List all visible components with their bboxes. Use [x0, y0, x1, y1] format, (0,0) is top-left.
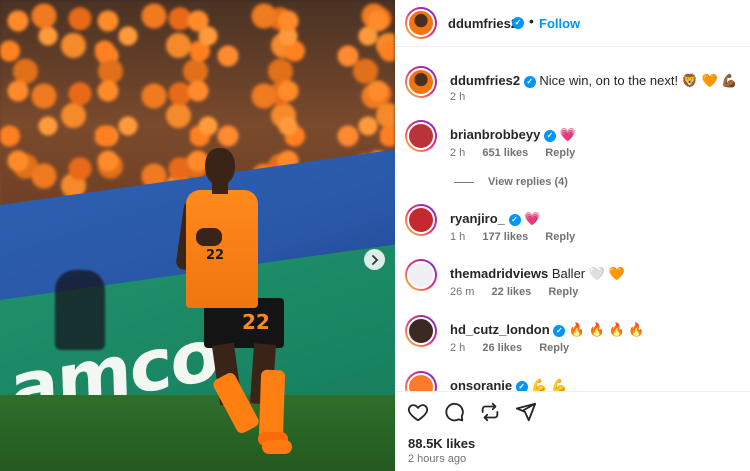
- comment-line: ryanjiro_ ✓ 💗: [450, 211, 540, 227]
- post-timestamp: 2 hours ago: [408, 453, 467, 465]
- comment-item: brianbrobbeyy ✓ 💗 2 h 651 likes Reply: [395, 120, 750, 170]
- comment-username[interactable]: ryanjiro_: [450, 211, 505, 226]
- comment-avatar[interactable]: [405, 204, 437, 236]
- comment-item: hd_cutz_london ✓ 🔥 🔥 🔥 🔥 2 h 26 likes Re…: [395, 315, 750, 365]
- caption-text: Nice win, on to the next!: [539, 73, 679, 88]
- comment-meta: 1 h 177 likes Reply: [450, 231, 589, 243]
- comment-line: themadridviews Baller 🤍 🧡: [450, 266, 625, 282]
- comment-item: ryanjiro_ ✓ 💗 1 h 177 likes Reply: [395, 204, 750, 254]
- reply-button[interactable]: Reply: [545, 147, 575, 159]
- comment-likes[interactable]: 177 likes: [482, 231, 528, 243]
- comment-username[interactable]: brianbrobbeyy: [450, 127, 540, 142]
- comment-time: 2 h: [450, 147, 466, 159]
- author-username[interactable]: ddumfries2: [448, 16, 518, 31]
- post-panel: ddumfries2 ✓ • Follow ddumfries2 ✓ Nice …: [395, 0, 750, 471]
- likes-count[interactable]: 88.5K likes: [408, 436, 475, 451]
- comment-likes[interactable]: 22 likes: [492, 286, 532, 298]
- comment-text: Baller: [551, 266, 586, 281]
- heart-icon[interactable]: [407, 401, 429, 423]
- comment-likes[interactable]: 651 likes: [482, 147, 528, 159]
- verified-icon: ✓: [553, 324, 566, 337]
- comment-emojis: 💗: [524, 211, 541, 226]
- follow-button[interactable]: Follow: [539, 16, 580, 31]
- comment-item: themadridviews Baller 🤍 🧡 26 m 22 likes …: [395, 259, 750, 309]
- shorts-number: 22: [242, 310, 270, 334]
- comment-avatar[interactable]: [405, 259, 437, 291]
- post-actions: 88.5K likes 2 hours ago: [395, 391, 750, 471]
- caption-meta: 2 h: [450, 91, 479, 103]
- comment-username[interactable]: themadridviews: [450, 266, 548, 281]
- next-image-button[interactable]: [364, 249, 385, 270]
- comment-time: 26 m: [450, 286, 475, 298]
- caption-line: ddumfries2 ✓ Nice win, on to the next! 🦁…: [450, 73, 738, 89]
- reply-button[interactable]: Reply: [545, 231, 575, 243]
- action-icons: [407, 401, 537, 423]
- player-figure: 22 22: [175, 148, 300, 458]
- shirt-number: 22: [206, 248, 225, 263]
- comment-avatar[interactable]: [405, 315, 437, 347]
- post-header: ddumfries2 ✓ • Follow: [395, 0, 750, 47]
- comment-emojis: 🤍 🧡: [588, 266, 625, 281]
- reply-button[interactable]: Reply: [539, 342, 569, 354]
- comment-avatar[interactable]: [405, 120, 437, 152]
- comment-meta: 2 h 26 likes Reply: [450, 342, 583, 354]
- verified-icon: ✓: [512, 17, 524, 29]
- comment-line: hd_cutz_london ✓ 🔥 🔥 🔥 🔥: [450, 322, 645, 338]
- post-image[interactable]: amco 22 22: [0, 0, 395, 471]
- comment-icon[interactable]: [443, 401, 465, 423]
- comment-emojis: 🔥 🔥 🔥 🔥: [568, 322, 645, 337]
- reply-button[interactable]: Reply: [548, 286, 578, 298]
- share-icon[interactable]: [515, 401, 537, 423]
- comment-likes[interactable]: 26 likes: [482, 342, 522, 354]
- caption: ddumfries2 ✓ Nice win, on to the next! 🦁…: [395, 66, 750, 116]
- replies-dash: [454, 181, 474, 183]
- verified-icon: ✓: [523, 75, 536, 88]
- caption-time: 2 h: [450, 91, 466, 103]
- comment-meta: 26 m 22 likes Reply: [450, 286, 592, 298]
- caption-emojis: 🦁 🧡 💪🏾: [681, 73, 738, 88]
- comment-line: brianbrobbeyy ✓ 💗: [450, 127, 576, 143]
- view-replies-label: View replies (4): [488, 176, 568, 188]
- separator-dot: •: [529, 13, 534, 29]
- comment-meta: 2 h 651 likes Reply: [450, 147, 589, 159]
- chevron-right-icon: [371, 254, 378, 265]
- comment-time: 1 h: [450, 231, 466, 243]
- caption-username[interactable]: ddumfries2: [450, 73, 520, 88]
- caption-avatar[interactable]: [405, 66, 437, 98]
- verified-icon: ✓: [543, 129, 556, 142]
- repost-icon[interactable]: [479, 401, 501, 423]
- comment-emojis: 💗: [559, 127, 576, 142]
- author-avatar[interactable]: [405, 7, 437, 39]
- photographer-silhouette: [55, 270, 105, 350]
- verified-icon: ✓: [508, 213, 521, 226]
- comment-time: 2 h: [450, 342, 466, 354]
- comment-username[interactable]: hd_cutz_london: [450, 322, 550, 337]
- view-replies-button[interactable]: View replies (4): [454, 176, 568, 188]
